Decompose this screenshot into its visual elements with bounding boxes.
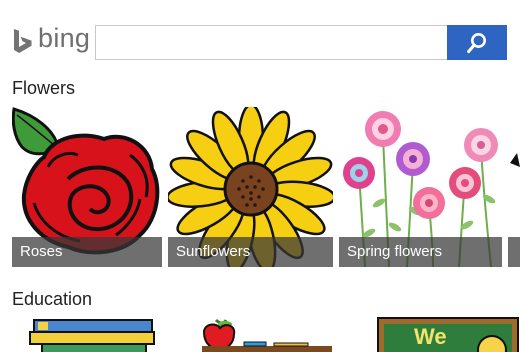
bing-logo[interactable]: bing bbox=[12, 24, 90, 58]
tile-roses[interactable]: Roses bbox=[12, 107, 162, 267]
tile-caption: Sunflowers bbox=[168, 237, 333, 267]
bing-logo-icon bbox=[14, 29, 32, 53]
tile-sunflowers[interactable]: Sunflowers bbox=[168, 107, 333, 267]
tile-caption: Roses bbox=[12, 237, 162, 267]
tile-education-chalkboard[interactable]: We bbox=[374, 316, 520, 352]
tile-next-partial[interactable] bbox=[508, 107, 520, 267]
section-title-education: Education bbox=[12, 289, 93, 309]
tile-spring-flowers[interactable]: Spring flowers bbox=[339, 107, 502, 267]
tile-caption: Spring flowers bbox=[339, 237, 502, 267]
chalkboard-image bbox=[377, 317, 519, 352]
search-button[interactable] bbox=[447, 25, 507, 60]
chalkboard-text: We bbox=[414, 324, 447, 349]
tile-education-apple[interactable] bbox=[168, 316, 368, 352]
logo-text: bing bbox=[38, 22, 91, 53]
section-title-flowers: Flowers bbox=[12, 78, 76, 98]
search-icon bbox=[467, 32, 486, 53]
apple-image bbox=[202, 318, 332, 352]
tile-education-books[interactable] bbox=[12, 316, 162, 352]
header: bing bbox=[0, 0, 520, 72]
next-tile-image bbox=[508, 153, 520, 267]
books-image bbox=[29, 319, 155, 352]
search-input[interactable] bbox=[95, 25, 448, 60]
